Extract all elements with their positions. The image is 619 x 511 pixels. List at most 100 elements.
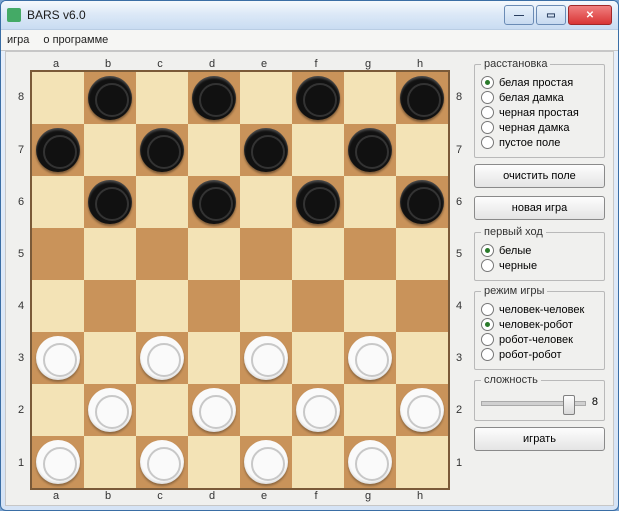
play-button[interactable]: играть [474, 427, 605, 451]
black-piece[interactable] [296, 180, 340, 224]
board-square[interactable] [292, 176, 344, 228]
setup-option[interactable]: белая дамка [481, 91, 598, 104]
black-piece[interactable] [140, 128, 184, 172]
setup-option[interactable]: черная дамка [481, 121, 598, 134]
mode-option[interactable]: человек-робот [481, 318, 598, 331]
white-piece[interactable] [192, 388, 236, 432]
white-piece[interactable] [36, 440, 80, 484]
setup-option[interactable]: пустое поле [481, 136, 598, 149]
board-square[interactable] [396, 332, 448, 384]
black-piece[interactable] [88, 76, 132, 120]
black-piece[interactable] [348, 128, 392, 172]
black-piece[interactable] [192, 76, 236, 120]
board-square[interactable] [240, 228, 292, 280]
board-square[interactable] [396, 228, 448, 280]
board-square[interactable] [344, 384, 396, 436]
board-square[interactable] [32, 436, 84, 488]
close-button[interactable]: ✕ [568, 5, 612, 25]
board-square[interactable] [32, 280, 84, 332]
board-square[interactable] [188, 280, 240, 332]
black-piece[interactable] [400, 76, 444, 120]
white-piece[interactable] [140, 336, 184, 380]
board-square[interactable] [188, 124, 240, 176]
black-piece[interactable] [400, 180, 444, 224]
board-square[interactable] [396, 384, 448, 436]
board-square[interactable] [32, 124, 84, 176]
firstmove-option[interactable]: белые [481, 244, 598, 257]
board-square[interactable] [84, 384, 136, 436]
board-square[interactable] [136, 436, 188, 488]
white-piece[interactable] [400, 388, 444, 432]
board-square[interactable] [292, 124, 344, 176]
mode-option[interactable]: человек-человек [481, 303, 598, 316]
board-square[interactable] [344, 176, 396, 228]
board-square[interactable] [32, 332, 84, 384]
board-square[interactable] [344, 72, 396, 124]
black-piece[interactable] [36, 128, 80, 172]
board-square[interactable] [32, 176, 84, 228]
board-square[interactable] [396, 72, 448, 124]
board-square[interactable] [32, 228, 84, 280]
board-square[interactable] [188, 176, 240, 228]
board-square[interactable] [136, 332, 188, 384]
setup-option[interactable]: белая простая [481, 76, 598, 89]
board-square[interactable] [344, 332, 396, 384]
board-square[interactable] [292, 228, 344, 280]
clear-button[interactable]: очистить поле [474, 164, 605, 188]
white-piece[interactable] [244, 336, 288, 380]
mode-option[interactable]: робот-человек [481, 333, 598, 346]
white-piece[interactable] [140, 440, 184, 484]
board-square[interactable] [396, 176, 448, 228]
board-square[interactable] [292, 436, 344, 488]
board-square[interactable] [240, 72, 292, 124]
board-square[interactable] [292, 72, 344, 124]
board-square[interactable] [344, 280, 396, 332]
board-square[interactable] [240, 124, 292, 176]
board-square[interactable] [396, 280, 448, 332]
board-square[interactable] [188, 332, 240, 384]
board-square[interactable] [84, 72, 136, 124]
board-square[interactable] [84, 176, 136, 228]
board-square[interactable] [240, 280, 292, 332]
board-square[interactable] [292, 384, 344, 436]
white-piece[interactable] [244, 440, 288, 484]
white-piece[interactable] [348, 336, 392, 380]
board-square[interactable] [396, 436, 448, 488]
board-square[interactable] [136, 228, 188, 280]
firstmove-option[interactable]: черные [481, 259, 598, 272]
board-square[interactable] [188, 384, 240, 436]
board-square[interactable] [240, 436, 292, 488]
board-square[interactable] [240, 176, 292, 228]
board-square[interactable] [84, 124, 136, 176]
menu-about[interactable]: о программе [43, 34, 108, 46]
board-square[interactable] [136, 72, 188, 124]
board-square[interactable] [344, 124, 396, 176]
board-square[interactable] [84, 332, 136, 384]
menu-game[interactable]: игра [7, 34, 29, 46]
board-square[interactable] [84, 436, 136, 488]
board-square[interactable] [188, 72, 240, 124]
board-square[interactable] [396, 124, 448, 176]
board-square[interactable] [292, 280, 344, 332]
black-piece[interactable] [244, 128, 288, 172]
white-piece[interactable] [88, 388, 132, 432]
black-piece[interactable] [296, 76, 340, 120]
setup-option[interactable]: черная простая [481, 106, 598, 119]
board-square[interactable] [344, 228, 396, 280]
newgame-button[interactable]: новая игра [474, 196, 605, 220]
maximize-button[interactable]: ▭ [536, 5, 566, 25]
board-square[interactable] [240, 332, 292, 384]
white-piece[interactable] [348, 440, 392, 484]
board-square[interactable] [292, 332, 344, 384]
board-square[interactable] [188, 228, 240, 280]
board-square[interactable] [136, 384, 188, 436]
minimize-button[interactable]: — [504, 5, 534, 25]
black-piece[interactable] [88, 180, 132, 224]
board-square[interactable] [84, 280, 136, 332]
board-square[interactable] [344, 436, 396, 488]
board-square[interactable] [136, 176, 188, 228]
difficulty-slider[interactable] [481, 392, 586, 412]
board-square[interactable] [240, 384, 292, 436]
board-square[interactable] [188, 436, 240, 488]
white-piece[interactable] [36, 336, 80, 380]
